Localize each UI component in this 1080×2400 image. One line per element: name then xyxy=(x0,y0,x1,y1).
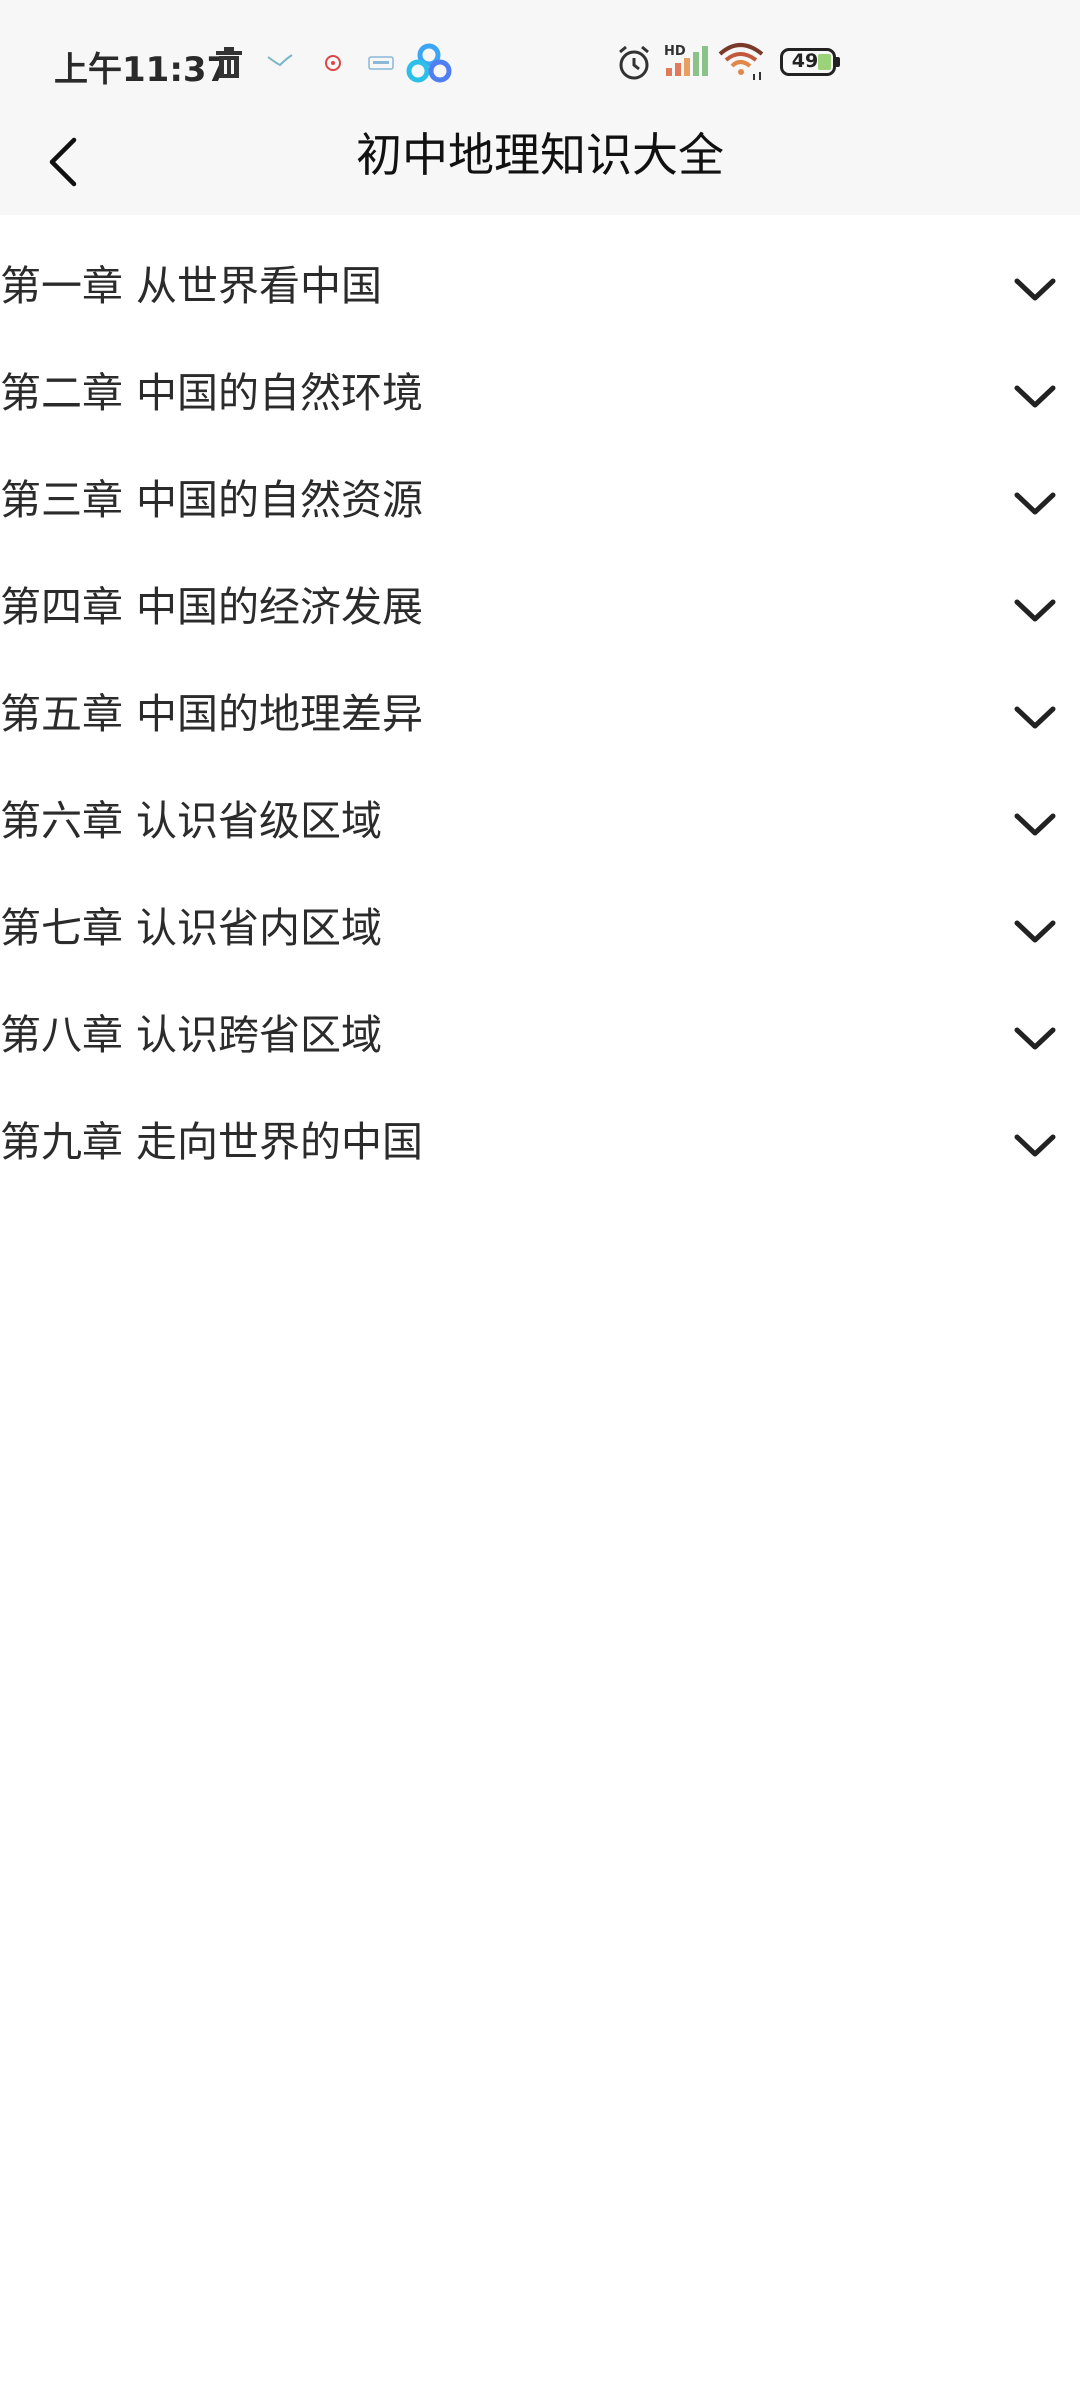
keyboard-icon xyxy=(368,56,394,70)
chapter-label: 第一章 从世界看中国 xyxy=(0,262,383,310)
wifi-icon xyxy=(718,43,764,80)
chapter-item[interactable]: 第七章 认识省内区域 xyxy=(0,872,1080,979)
chapter-label: 第五章 中国的地理差异 xyxy=(0,690,424,738)
page-title: 初中地理知识大全 xyxy=(356,128,724,182)
title-bar: 初中地理知识大全 xyxy=(0,115,1080,215)
chapter-label: 第八章 认识跨省区域 xyxy=(0,1011,383,1059)
alarm-icon xyxy=(619,45,649,80)
chapter-label: 第六章 认识省级区域 xyxy=(0,797,383,845)
status-time: 上午11:37 xyxy=(54,50,231,90)
app-icon xyxy=(325,55,341,71)
chevron-down-icon[interactable] xyxy=(1013,918,1057,946)
chapter-item[interactable]: 第三章 中国的自然资源 xyxy=(0,444,1080,551)
chevron-down-icon[interactable] xyxy=(1013,1132,1057,1160)
chevron-down-icon[interactable] xyxy=(1013,811,1057,839)
chapter-item[interactable]: 第五章 中国的地理差异 xyxy=(0,658,1080,765)
chevron-down-icon[interactable] xyxy=(1013,704,1057,732)
chevron-down-icon[interactable] xyxy=(1013,1025,1057,1053)
chapter-item[interactable]: 第二章 中国的自然环境 xyxy=(0,337,1080,444)
chapter-label: 第九章 走向世界的中国 xyxy=(0,1118,424,1166)
status-bar: 上午11:37 HD 49 xyxy=(0,0,1080,125)
chapter-item[interactable]: 第一章 从世界看中国 xyxy=(0,230,1080,337)
bird-icon xyxy=(267,54,293,67)
cloud-app-icon xyxy=(406,43,452,83)
chevron-down-icon[interactable] xyxy=(1013,383,1057,411)
header: 上午11:37 HD 49 初中地理知识大全 xyxy=(0,0,1080,215)
chapter-label: 第三章 中国的自然资源 xyxy=(0,476,424,524)
chapter-label: 第四章 中国的经济发展 xyxy=(0,583,424,631)
battery-icon: 49 xyxy=(780,48,840,76)
chapter-item[interactable]: 第九章 走向世界的中国 xyxy=(0,1086,1080,1193)
chapter-label: 第七章 认识省内区域 xyxy=(0,904,383,952)
chevron-down-icon[interactable] xyxy=(1013,597,1057,625)
chapter-item[interactable]: 第六章 认识省级区域 xyxy=(0,765,1080,872)
chevron-down-icon[interactable] xyxy=(1013,490,1057,518)
chevron-down-icon[interactable] xyxy=(1013,276,1057,304)
trash-icon xyxy=(216,47,242,78)
battery-level: 49 xyxy=(791,50,819,72)
back-button[interactable] xyxy=(28,127,98,197)
chapter-label: 第二章 中国的自然环境 xyxy=(0,369,424,417)
back-arrow-icon xyxy=(49,137,77,187)
chapter-item[interactable]: 第四章 中国的经济发展 xyxy=(0,551,1080,658)
chapter-item[interactable]: 第八章 认识跨省区域 xyxy=(0,979,1080,1086)
chapter-list: 第一章 从世界看中国 第二章 中国的自然环境 第三章 中国的自然资源 第四章 中国的经… xyxy=(0,230,1080,1193)
signal-icon xyxy=(666,46,708,76)
